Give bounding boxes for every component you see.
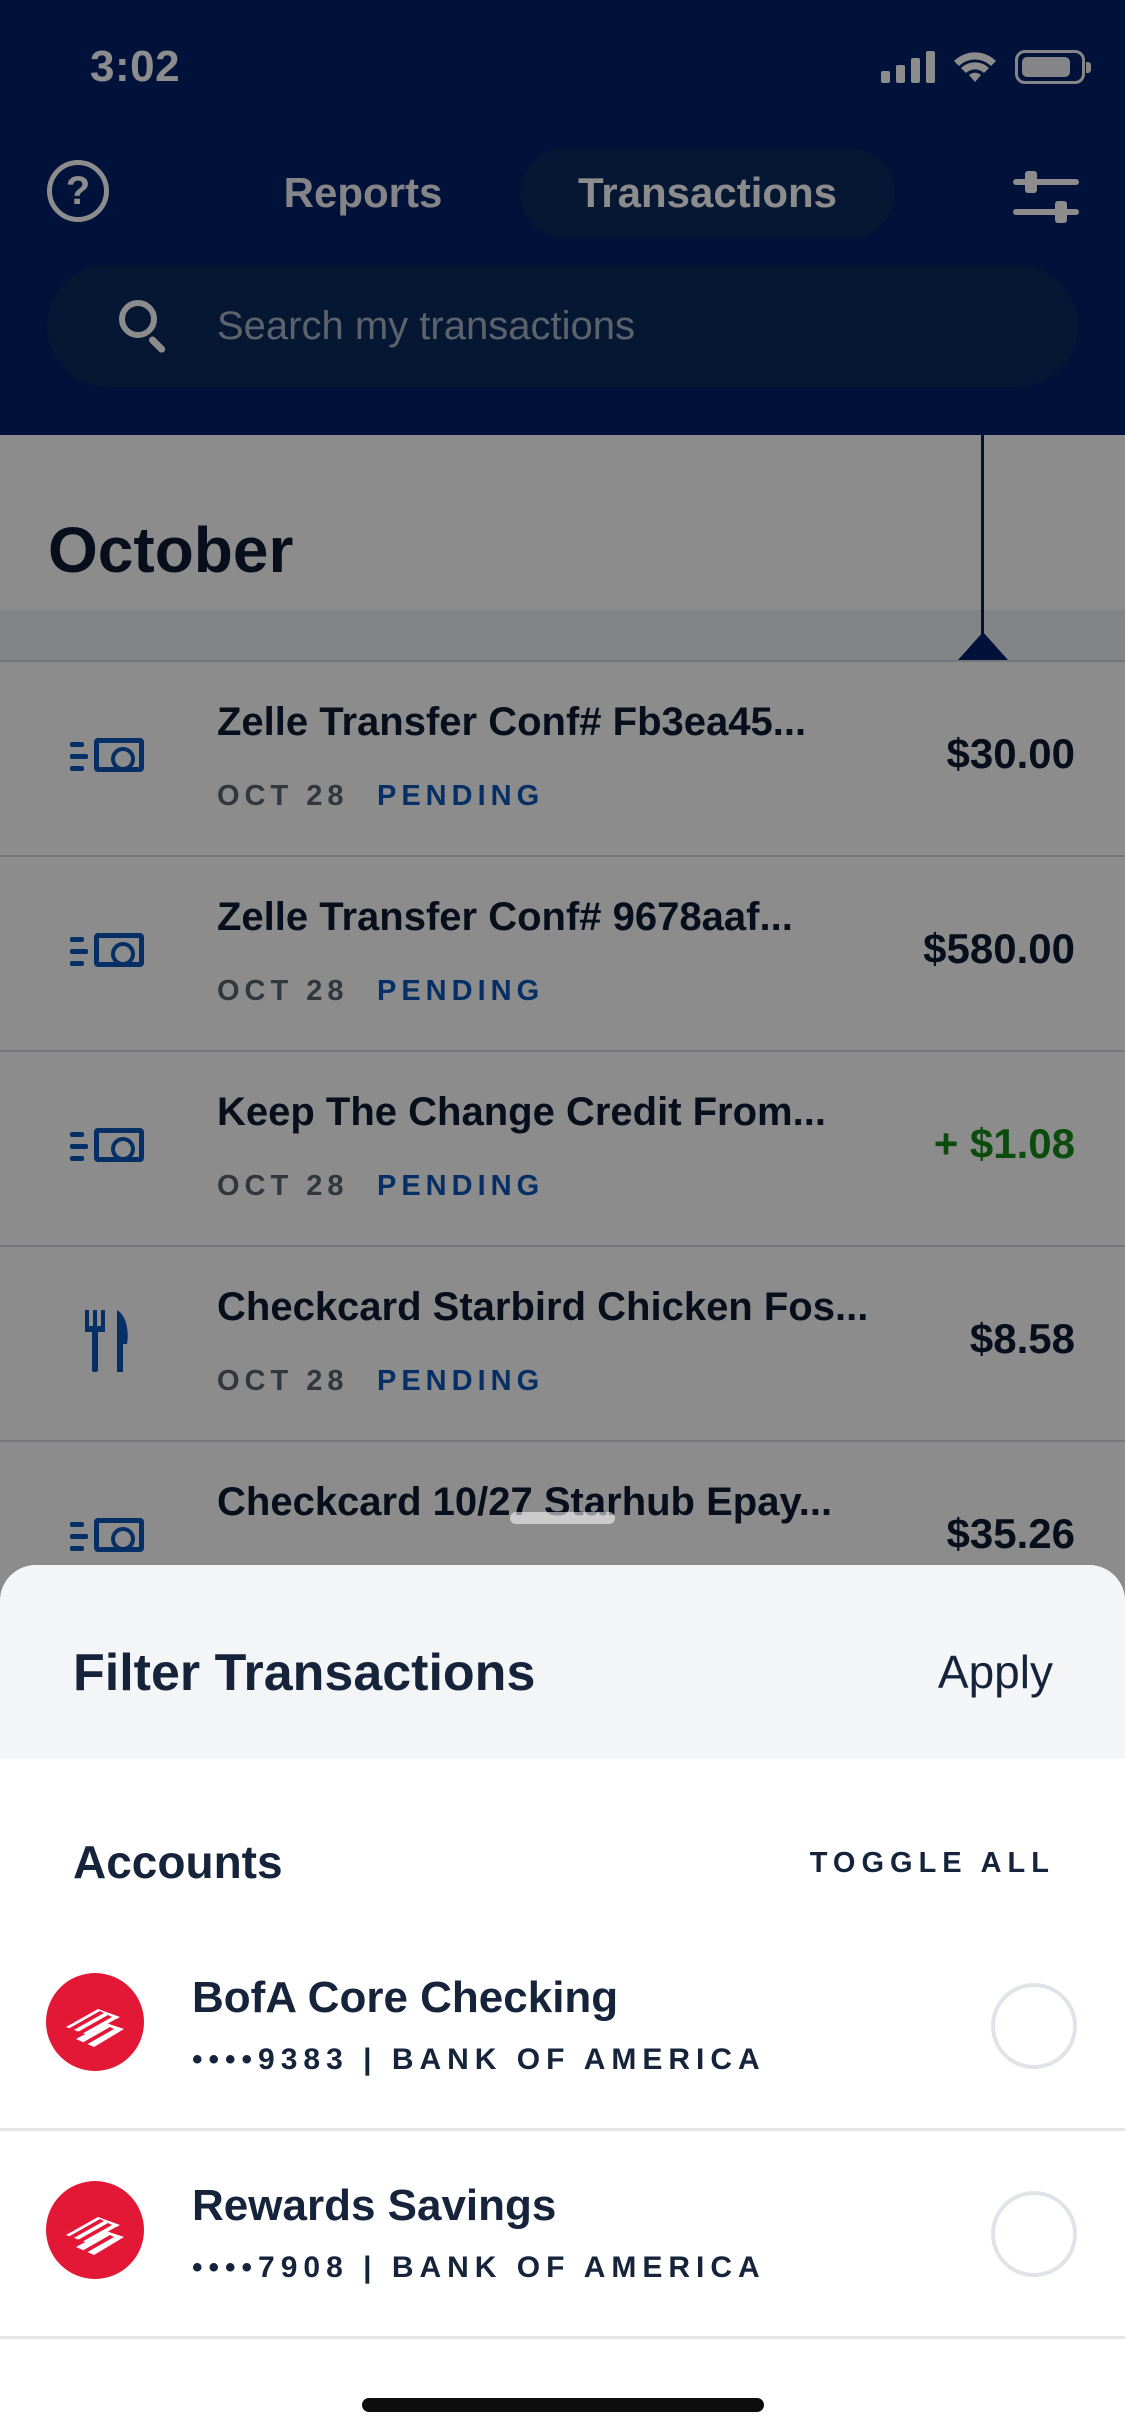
toggle-all-button[interactable]: TOGGLE ALL [810, 1847, 1055, 1880]
account-meta: ••••9383 | BANK OF AMERICA [192, 2043, 766, 2076]
accounts-section-title: Accounts [73, 1836, 283, 1888]
account-meta: ••••7908 | BANK OF AMERICA [192, 2251, 766, 2284]
sheet-title: Filter Transactions [73, 1644, 536, 1702]
account-row[interactable]: Rewards Savings ••••7908 | BANK OF AMERI… [0, 2133, 1125, 2339]
apply-button[interactable]: Apply [938, 1645, 1053, 1699]
home-indicator[interactable] [362, 2398, 764, 2412]
bank-of-america-logo-icon [46, 1973, 144, 2071]
filter-sheet: Filter Transactions Apply Accounts TOGGL… [0, 1565, 1125, 2436]
account-row[interactable]: BofA Core Checking ••••9383 | BANK OF AM… [0, 1925, 1125, 2131]
sheet-header: Filter Transactions Apply [0, 1565, 1125, 1759]
account-name: BofA Core Checking [192, 1973, 619, 2022]
sheet-grabber[interactable] [510, 1512, 615, 1524]
account-name: Rewards Savings [192, 2181, 557, 2230]
bank-of-america-logo-icon [46, 2181, 144, 2279]
modal-backdrop-header[interactable] [0, 0, 1125, 435]
account-select-radio[interactable] [991, 1983, 1077, 2069]
account-select-radio[interactable] [991, 2191, 1077, 2277]
modal-backdrop[interactable] [0, 435, 1125, 1635]
